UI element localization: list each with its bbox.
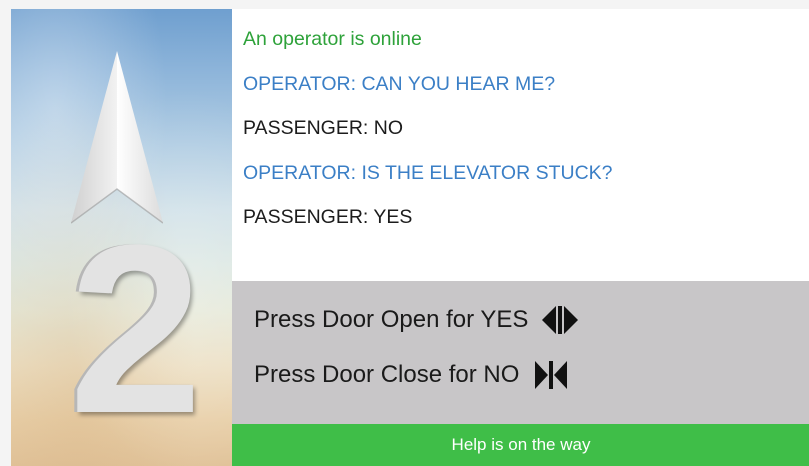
chat-message-passenger: PASSENGER: NO [243, 117, 404, 140]
floor-number: 2 [69, 195, 202, 463]
prompt-no-text: Press Door Close for NO [254, 361, 520, 388]
response-prompt-panel: Press Door Open for YES Press Door Close… [232, 281, 809, 424]
elevator-display: 2 An operator is online OPERATOR: CAN YO… [11, 9, 809, 466]
operator-status: An operator is online [243, 28, 422, 50]
door-close-icon [535, 361, 568, 389]
prompt-door-open-yes: Press Door Open for YES [254, 306, 579, 334]
floor-indicator-panel: 2 [11, 9, 232, 466]
chat-message-operator: OPERATOR: IS THE ELEVATOR STUCK? [243, 161, 613, 184]
door-open-icon [542, 306, 579, 334]
prompt-door-close-no: Press Door Close for NO [254, 361, 569, 389]
help-status-text: Help is on the way [451, 435, 591, 454]
help-status-bar: Help is on the way [232, 424, 809, 466]
chat-message-passenger: PASSENGER: YES [243, 206, 413, 229]
prompt-yes-text: Press Door Open for YES [254, 306, 529, 333]
chat-message-operator: OPERATOR: CAN YOU HEAR ME? [243, 72, 556, 95]
chat-transcript: An operator is online OPERATOR: CAN YOU … [243, 23, 803, 246]
